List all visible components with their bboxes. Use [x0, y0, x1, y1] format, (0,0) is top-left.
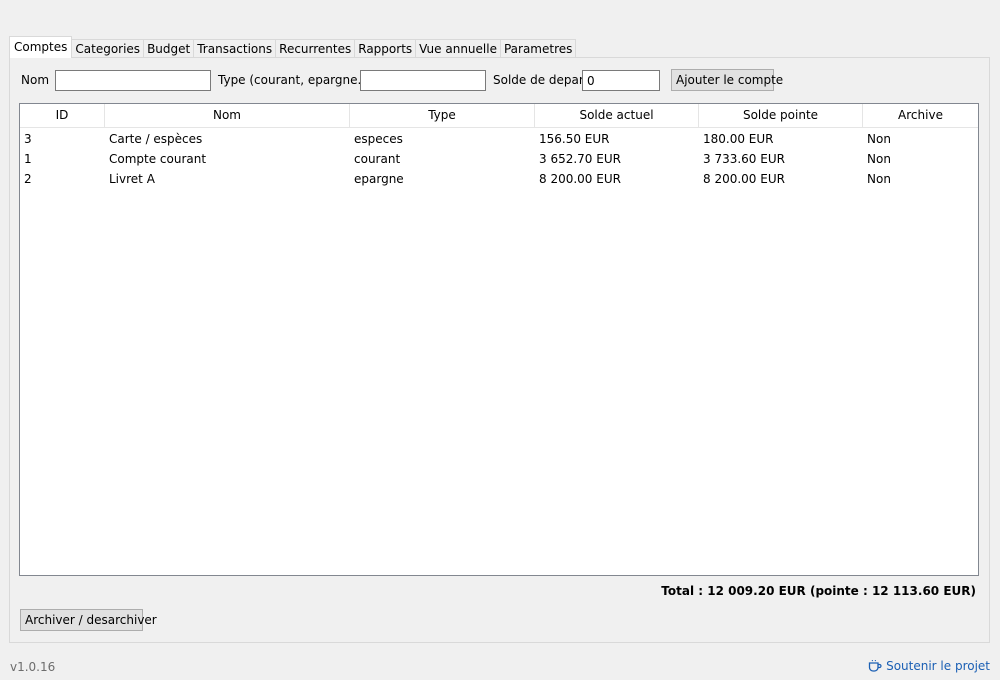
- archive-toggle-button[interactable]: Archiver / desarchiver: [20, 609, 157, 631]
- cell-id: 3: [24, 132, 32, 146]
- name-field[interactable]: [55, 70, 211, 91]
- table-row[interactable]: 2 Livret A epargne 8 200.00 EUR 8 200.00…: [20, 169, 978, 189]
- add-account-button[interactable]: Ajouter le compte: [671, 69, 783, 91]
- name-label: Nom: [21, 73, 50, 87]
- table-body: 3 Carte / espèces especes 156.50 EUR 180…: [20, 128, 978, 189]
- support-project-link[interactable]: Soutenir le projet: [868, 659, 990, 673]
- cell-type: epargne: [354, 172, 404, 186]
- cell-current-balance: 8 200.00 EUR: [539, 172, 621, 186]
- tab-bar: Comptes Categories Budget Transactions R…: [9, 36, 577, 58]
- cell-name: Compte courant: [109, 152, 207, 166]
- table-row[interactable]: 1 Compte courant courant 3 652.70 EUR 3 …: [20, 149, 978, 169]
- column-header-current-balance[interactable]: Solde actuel: [535, 104, 699, 127]
- tab-vue-annuelle[interactable]: Vue annuelle: [415, 39, 501, 58]
- table-row[interactable]: 3 Carte / espèces especes 156.50 EUR 180…: [20, 129, 978, 149]
- tab-comptes[interactable]: Comptes: [9, 36, 73, 58]
- column-header-id[interactable]: ID: [20, 104, 105, 127]
- tab-transactions[interactable]: Transactions: [193, 39, 277, 58]
- tab-parametres[interactable]: Parametres: [499, 39, 577, 58]
- accounts-table[interactable]: ID Nom Type Solde actuel Solde pointe Ar…: [19, 103, 979, 576]
- cell-name: Livret A: [109, 172, 155, 186]
- cell-type: especes: [354, 132, 403, 146]
- cell-cleared-balance: 180.00 EUR: [703, 132, 774, 146]
- column-header-type[interactable]: Type: [350, 104, 535, 127]
- table-header: ID Nom Type Solde actuel Solde pointe Ar…: [20, 104, 978, 128]
- cell-id: 2: [24, 172, 32, 186]
- cell-current-balance: 3 652.70 EUR: [539, 152, 621, 166]
- total-summary: Total : 12 009.20 EUR (pointe : 12 113.6…: [661, 584, 976, 598]
- cell-archived: Non: [867, 152, 891, 166]
- coffee-cup-icon: [868, 660, 882, 672]
- version-label: v1.0.16: [10, 660, 56, 674]
- cell-type: courant: [354, 152, 401, 166]
- cell-current-balance: 156.50 EUR: [539, 132, 610, 146]
- column-header-archived[interactable]: Archive: [863, 104, 978, 127]
- tab-budget[interactable]: Budget: [143, 39, 195, 58]
- tab-categories[interactable]: Categories: [71, 39, 145, 58]
- type-label: Type (courant, epargne...): [218, 73, 374, 87]
- support-link-label: Soutenir le projet: [886, 659, 990, 673]
- cell-name: Carte / espèces: [109, 132, 203, 146]
- cell-id: 1: [24, 152, 32, 166]
- tab-rapports[interactable]: Rapports: [354, 39, 417, 58]
- type-field[interactable]: [360, 70, 486, 91]
- balance-field[interactable]: [582, 70, 660, 91]
- cell-archived: Non: [867, 172, 891, 186]
- cell-archived: Non: [867, 132, 891, 146]
- column-header-cleared-balance[interactable]: Solde pointe: [699, 104, 863, 127]
- cell-cleared-balance: 3 733.60 EUR: [703, 152, 785, 166]
- tab-recurrentes[interactable]: Recurrentes: [275, 39, 356, 58]
- cell-cleared-balance: 8 200.00 EUR: [703, 172, 785, 186]
- balance-label: Solde de depart: [493, 73, 589, 87]
- column-header-name[interactable]: Nom: [105, 104, 350, 127]
